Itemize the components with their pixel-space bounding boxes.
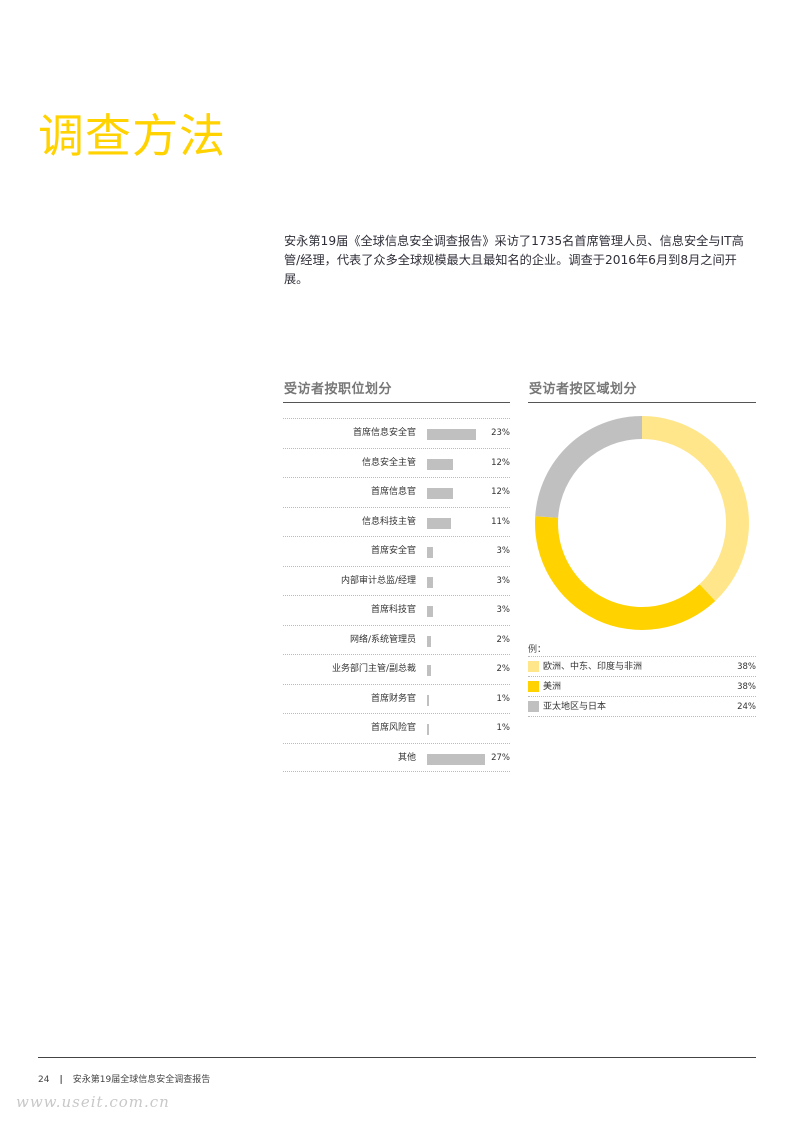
bar-chart-rule bbox=[283, 402, 510, 403]
bar-row: 首席风险官 1% bbox=[283, 713, 510, 743]
bar-value-label: 3% bbox=[496, 605, 511, 615]
bar-label: 首席信息官 bbox=[370, 487, 416, 497]
bar-label: 内部审计总监/经理 bbox=[340, 575, 416, 586]
legend-swatch bbox=[528, 701, 539, 712]
bar-chart-title: 受访者按职位划分 bbox=[284, 382, 393, 397]
legend-item: 亚太地区与日本 24% bbox=[528, 697, 756, 717]
bar-label: 首席风险官 bbox=[370, 723, 416, 733]
legend-value: 24% bbox=[737, 702, 756, 712]
bar-label: 首席信息安全官 bbox=[352, 428, 416, 438]
bar bbox=[427, 606, 434, 617]
bar-row: 首席财务官 1% bbox=[283, 683, 511, 714]
legend-value: 38% bbox=[737, 682, 756, 692]
bar-value-label: 23% bbox=[491, 428, 510, 438]
bar bbox=[427, 517, 451, 529]
bar-value-label: 3% bbox=[496, 575, 511, 586]
legend-label: 欧洲、中东、印度与非洲 bbox=[543, 662, 643, 672]
page-number: 24 bbox=[38, 1075, 50, 1085]
bar-value-label: 2% bbox=[496, 634, 511, 645]
donut-slice bbox=[642, 416, 749, 601]
bar bbox=[427, 665, 432, 676]
legend-swatch bbox=[528, 661, 539, 672]
bar-row: 业务部门主管/副总裁 2% bbox=[283, 654, 510, 684]
bar-label: 信息科技主管 bbox=[361, 516, 416, 527]
donut-chart-title: 受访者按区域划分 bbox=[529, 382, 638, 397]
bar-row: 网络/系统管理员 2% bbox=[283, 624, 511, 655]
bar-row: 首席科技官 3% bbox=[283, 595, 510, 625]
bar-value-label: 3% bbox=[496, 546, 511, 556]
legend-label: 美洲 bbox=[543, 682, 562, 692]
footer-separator: | bbox=[59, 1075, 63, 1085]
bar-value-label: 2% bbox=[496, 664, 511, 674]
donut-legend: 欧洲、中东、印度与非洲 38% 美洲 38% 亚太地区与日本 24% bbox=[528, 656, 756, 717]
bar-label: 首席财务官 bbox=[370, 693, 416, 704]
bar-row: 其他 27% bbox=[283, 742, 510, 772]
legend-swatch bbox=[528, 681, 539, 692]
bar bbox=[427, 694, 430, 706]
donut-slice bbox=[535, 416, 642, 518]
legend-label: 亚太地区与日本 bbox=[543, 702, 607, 712]
bar-label: 网络/系统管理员 bbox=[349, 634, 416, 645]
bar-value-label: 1% bbox=[496, 693, 511, 704]
donut-chart bbox=[535, 416, 749, 630]
bar bbox=[427, 429, 477, 440]
bar bbox=[427, 576, 434, 588]
footer-rule bbox=[38, 1057, 756, 1058]
footer-report-title: 安永第19届全球信息安全调查报告 bbox=[72, 1075, 211, 1085]
bar-row: 信息科技主管 11% bbox=[283, 506, 510, 537]
bar-chart: 首席信息安全官 23% 信息安全主管 12% 首席信息官 12% 信息科技主管 11% 首席安全… bbox=[283, 418, 510, 772]
bar bbox=[427, 753, 485, 765]
bar-row: 首席安全官 3% bbox=[283, 536, 510, 566]
bar-label: 信息安全主管 bbox=[361, 457, 416, 468]
bar-value-label: 12% bbox=[491, 457, 510, 468]
bar-label: 首席科技官 bbox=[370, 605, 416, 615]
bar-row: 信息安全主管 12% bbox=[283, 447, 510, 478]
legend-caption: 例： bbox=[528, 645, 547, 655]
donut-chart-rule bbox=[528, 402, 756, 403]
intro-paragraph: 安永第19届《全球信息安全调查报告》采访了1735名首席管理人员、信息安全与IT… bbox=[284, 234, 744, 286]
bar-row: 首席信息官 12% bbox=[283, 477, 510, 507]
bar bbox=[427, 547, 434, 558]
bar-label: 首席安全官 bbox=[370, 546, 416, 556]
legend-item: 美洲 38% bbox=[528, 677, 756, 697]
donut-slice bbox=[535, 516, 716, 630]
bar bbox=[427, 458, 453, 470]
bar bbox=[427, 635, 432, 647]
watermark: www.useit.com.cn bbox=[16, 1093, 170, 1111]
bar-label: 业务部门主管/副总裁 bbox=[331, 664, 416, 674]
legend-item: 欧洲、中东、印度与非洲 38% bbox=[528, 657, 756, 677]
legend-value: 38% bbox=[737, 662, 756, 672]
bar-value-label: 1% bbox=[496, 723, 511, 733]
bar-value-label: 12% bbox=[491, 487, 510, 497]
bar-row: 内部审计总监/经理 3% bbox=[283, 565, 511, 596]
bar bbox=[427, 724, 430, 735]
footer: 24 | 安永第19届全球信息安全调查报告 bbox=[38, 1072, 210, 1085]
bar-value-label: 11% bbox=[491, 516, 510, 527]
page-title: 调查方法 bbox=[38, 109, 226, 163]
bar bbox=[427, 488, 453, 499]
bar-label: 其他 bbox=[397, 752, 416, 763]
bar-value-label: 27% bbox=[491, 752, 510, 763]
bar-row: 首席信息安全官 23% bbox=[283, 418, 510, 448]
